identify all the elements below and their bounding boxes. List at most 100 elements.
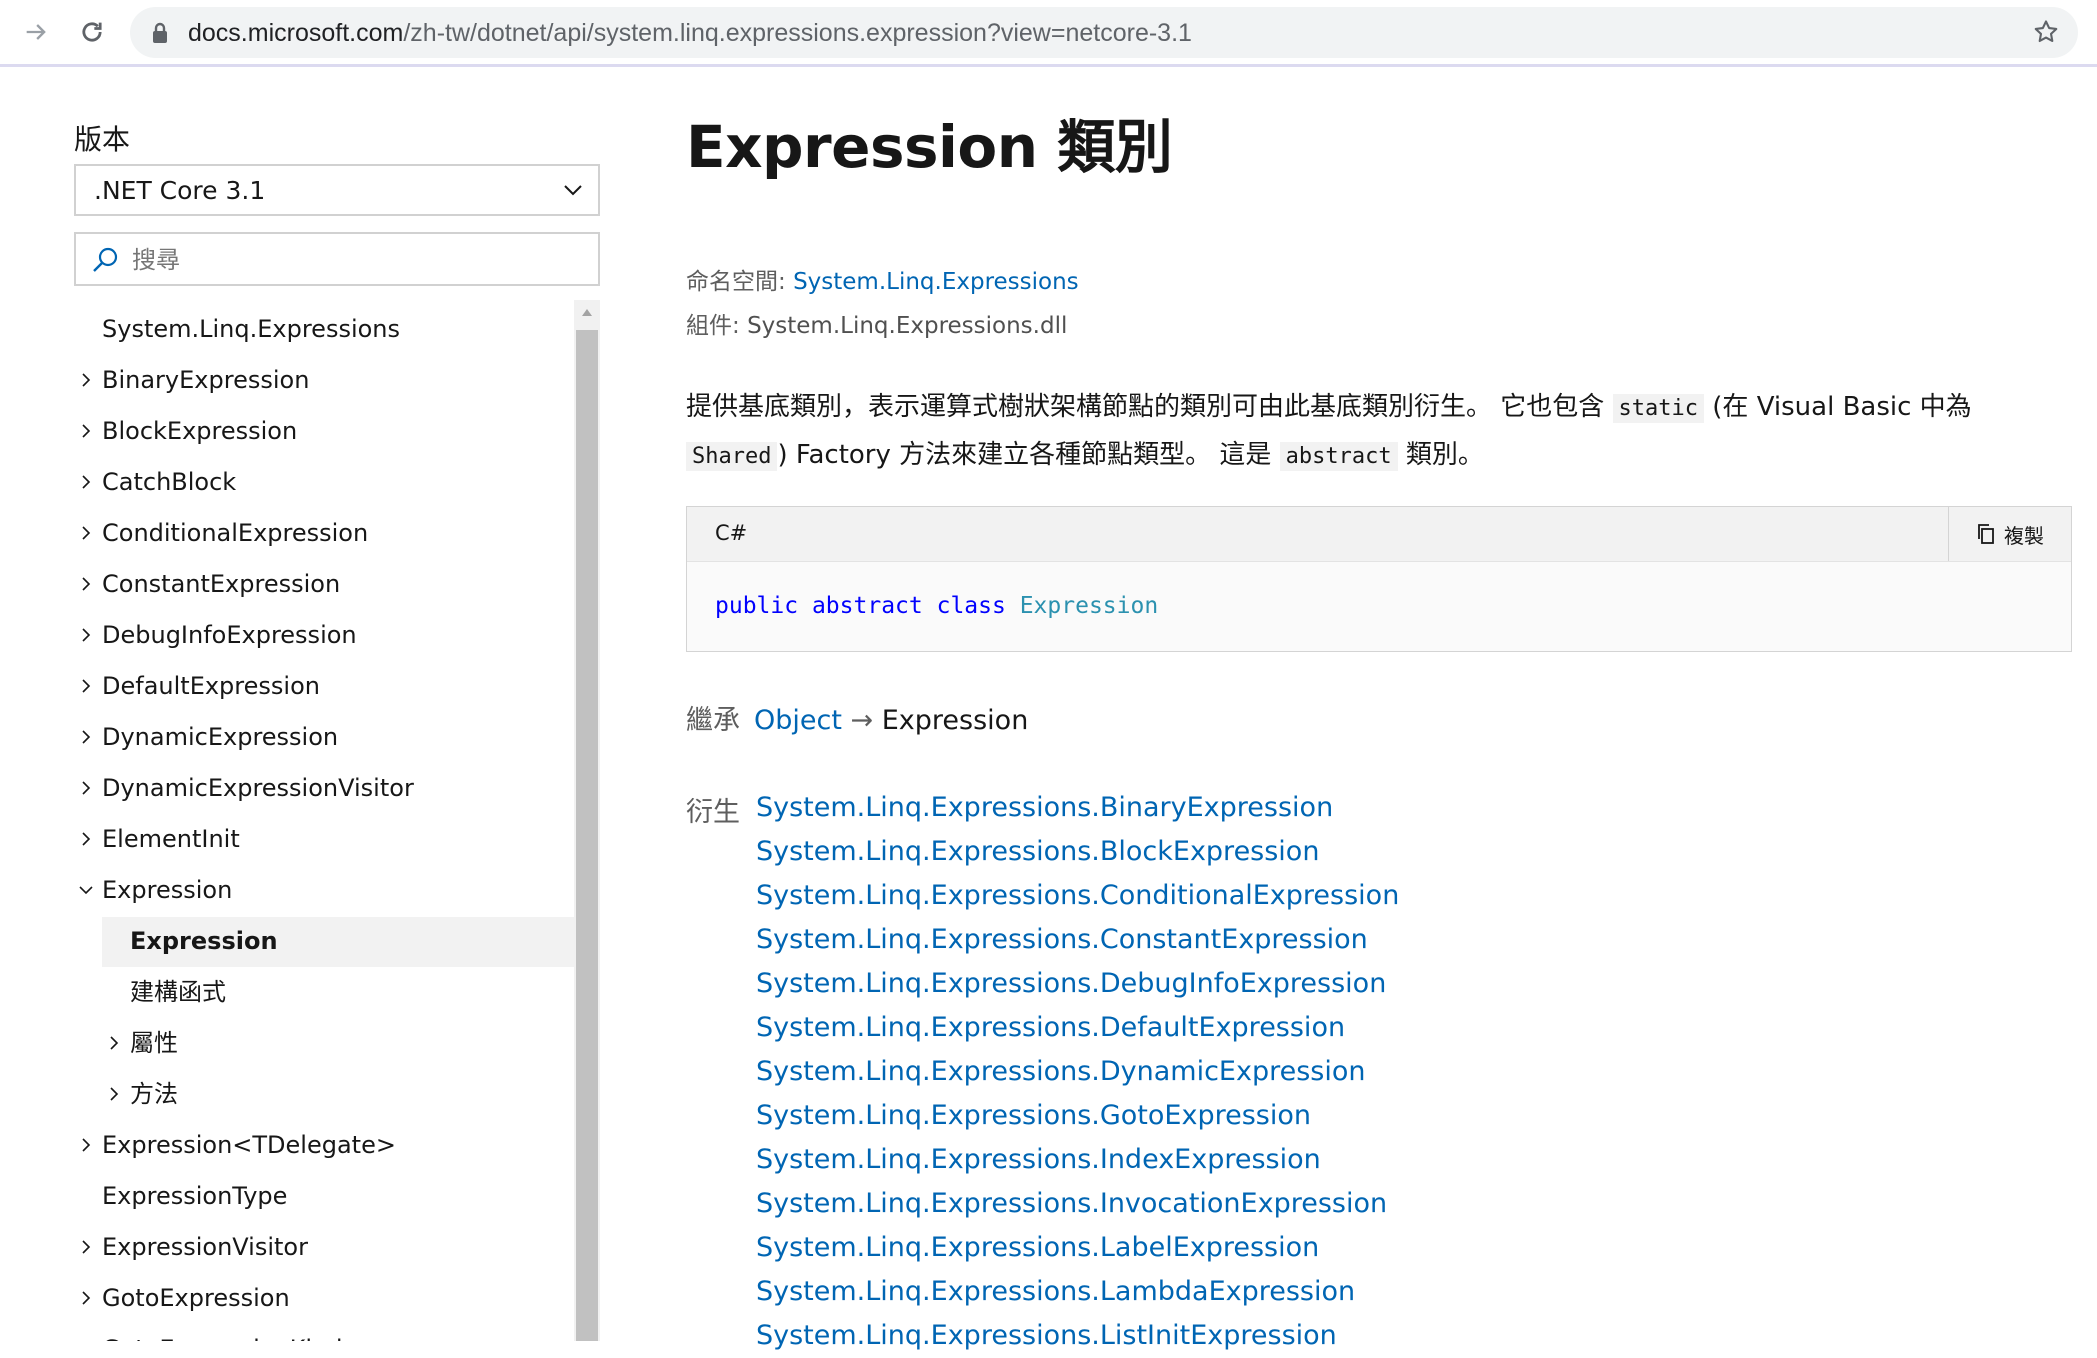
url-text[interactable]: docs.microsoft.com/zh-tw/dotnet/api/syst… [188, 19, 1192, 48]
toc-item[interactable]: ExpressionType [74, 1172, 574, 1220]
summary-text-2: (在 Visual Basic 中為 [1704, 392, 1972, 422]
lock-icon[interactable] [150, 21, 170, 45]
assembly-line: 組件: System.Linq.Expressions.dll [686, 306, 1067, 340]
toc-item-label: 屬性 [130, 1029, 178, 1057]
derived-class-link[interactable]: System.Linq.Expressions.IndexExpression [756, 1138, 2056, 1182]
namespace-label: 命名空間: [686, 269, 786, 295]
scroll-up-button[interactable] [574, 300, 600, 326]
copy-icon [1978, 524, 1994, 544]
chevron-right-icon[interactable] [78, 611, 94, 659]
url-path: /zh-tw/dotnet/api/system.linq.expression… [403, 19, 1192, 47]
inheritance-line: 繼承 Object → Expression [686, 698, 1028, 737]
toc-item-label: 方法 [130, 1080, 178, 1108]
inheritance-current: Expression [881, 705, 1029, 736]
derived-class-link[interactable]: System.Linq.Expressions.BlockExpression [756, 830, 2056, 874]
namespace-link[interactable]: System.Linq.Expressions [793, 269, 1079, 295]
toc-item-label: GotoExpressionKind [102, 1325, 343, 1341]
toc-item[interactable]: Expression [74, 866, 574, 914]
code-keyword-public: public [715, 593, 799, 619]
derived-class-link[interactable]: System.Linq.Expressions.BinaryExpression [756, 786, 2056, 830]
reload-button[interactable] [70, 10, 114, 54]
derived-class-link[interactable]: System.Linq.Expressions.DefaultExpressio… [756, 1006, 2056, 1050]
toc-item[interactable]: System.Linq.Expressions [74, 305, 574, 353]
toc-item[interactable]: BinaryExpression [74, 356, 574, 404]
toc-filter[interactable] [74, 232, 600, 286]
chevron-right-icon[interactable] [78, 1223, 94, 1271]
code-language: C# [715, 521, 748, 545]
copy-label: 複製 [2004, 523, 2044, 548]
toc-item[interactable]: 方法 [74, 1070, 574, 1118]
toc-item[interactable]: GotoExpression [74, 1274, 574, 1322]
version-select-value: .NET Core 3.1 [94, 176, 266, 205]
derived-class-link[interactable]: System.Linq.Expressions.GotoExpression [756, 1094, 2056, 1138]
forward-button[interactable] [14, 10, 58, 54]
chevron-down-icon [564, 185, 582, 196]
toc-filter-input[interactable] [130, 242, 574, 278]
version-select[interactable]: .NET Core 3.1 [74, 164, 600, 216]
inheritance-arrow: → [850, 705, 874, 736]
derived-class-link[interactable]: System.Linq.Expressions.DynamicExpressio… [756, 1050, 2056, 1094]
toc-item[interactable]: ElementInit [74, 815, 574, 863]
scrollbar-thumb[interactable] [576, 330, 598, 1341]
toc-item[interactable]: ConditionalExpression [74, 509, 574, 557]
arrow-right-icon [26, 24, 46, 40]
toc-item[interactable]: DefaultExpression [74, 662, 574, 710]
chevron-right-icon[interactable] [78, 509, 94, 557]
chevron-right-icon[interactable] [78, 815, 94, 863]
chevron-right-icon[interactable] [78, 764, 94, 812]
chevron-right-icon[interactable] [78, 713, 94, 761]
toc-item[interactable]: 屬性 [74, 1019, 574, 1067]
toc-item[interactable]: Expression [74, 917, 574, 967]
toc-item-label: 建構函式 [130, 978, 226, 1006]
toc-item[interactable]: BlockExpression [74, 407, 574, 455]
chevron-right-icon[interactable] [78, 560, 94, 608]
toc-item[interactable]: ConstantExpression [74, 560, 574, 608]
chevron-right-icon[interactable] [78, 1121, 94, 1169]
browser-toolbar: docs.microsoft.com/zh-tw/dotnet/api/syst… [0, 0, 2097, 67]
toc-item[interactable]: CatchBlock [74, 458, 574, 506]
chevron-right-icon[interactable] [78, 458, 94, 506]
derived-class-link[interactable]: System.Linq.Expressions.ConditionalExpre… [756, 874, 2056, 918]
toc-item[interactable]: DynamicExpressionVisitor [74, 764, 574, 812]
page-title: Expression 類別 [686, 113, 1173, 181]
chevron-right-icon[interactable] [78, 1274, 94, 1322]
code-line: public abstract class Expression [715, 593, 1158, 619]
assembly-label: 組件: [686, 313, 740, 339]
derived-class-link[interactable]: System.Linq.Expressions.DebugInfoExpress… [756, 962, 2056, 1006]
toc-scrollbar[interactable] [574, 300, 600, 1341]
copy-button[interactable]: 複製 [1948, 507, 2071, 561]
toc-item[interactable]: 建構函式 [74, 968, 574, 1016]
summary-code-abstract: abstract [1279, 442, 1398, 471]
derived-class-link[interactable]: System.Linq.Expressions.ListInitExpressi… [756, 1314, 2056, 1358]
bookmark-star-icon[interactable] [2032, 18, 2060, 46]
chevron-right-icon[interactable] [78, 407, 94, 455]
chevron-right-icon[interactable] [106, 1070, 122, 1118]
toc-item[interactable]: Expression<TDelegate> [74, 1121, 574, 1169]
url-host: docs.microsoft.com [188, 19, 404, 47]
code-keyword-abstract: abstract [811, 593, 923, 619]
chevron-right-icon[interactable] [106, 1019, 122, 1067]
inheritance-label: 繼承 [686, 705, 740, 736]
toc-item-label: ElementInit [102, 825, 240, 853]
derived-class-link[interactable]: System.Linq.Expressions.ConstantExpressi… [756, 918, 2056, 962]
toc-item[interactable]: DebugInfoExpression [74, 611, 574, 659]
address-bar[interactable]: docs.microsoft.com/zh-tw/dotnet/api/syst… [130, 7, 2078, 58]
triangle-up-icon [582, 309, 592, 316]
toc-item[interactable]: GotoExpressionKind [74, 1325, 574, 1341]
inheritance-base-link[interactable]: Object [754, 705, 842, 736]
class-summary: 提供基底類別，表示運算式樹狀架構節點的類別可由此基底類別衍生。 它也包含 sta… [686, 384, 2066, 480]
derived-class-link[interactable]: System.Linq.Expressions.InvocationExpres… [756, 1182, 2056, 1226]
toc-item[interactable]: ExpressionVisitor [74, 1223, 574, 1271]
toc-item-label: DynamicExpression [102, 723, 339, 751]
version-heading: 版本 [74, 123, 131, 156]
derived-class-link[interactable]: System.Linq.Expressions.LabelExpression [756, 1226, 2056, 1270]
assembly-value: System.Linq.Expressions.dll [747, 313, 1068, 339]
toc-item-label: System.Linq.Expressions [102, 315, 401, 343]
chevron-right-icon[interactable] [78, 356, 94, 404]
chevron-right-icon[interactable] [78, 662, 94, 710]
chevron-down-icon[interactable] [78, 866, 94, 914]
toc-item-label: CatchBlock [102, 468, 237, 496]
toc-item[interactable]: DynamicExpression [74, 713, 574, 761]
toc-item-label: GotoExpression [102, 1284, 290, 1312]
derived-class-link[interactable]: System.Linq.Expressions.LambdaExpression [756, 1270, 2056, 1314]
